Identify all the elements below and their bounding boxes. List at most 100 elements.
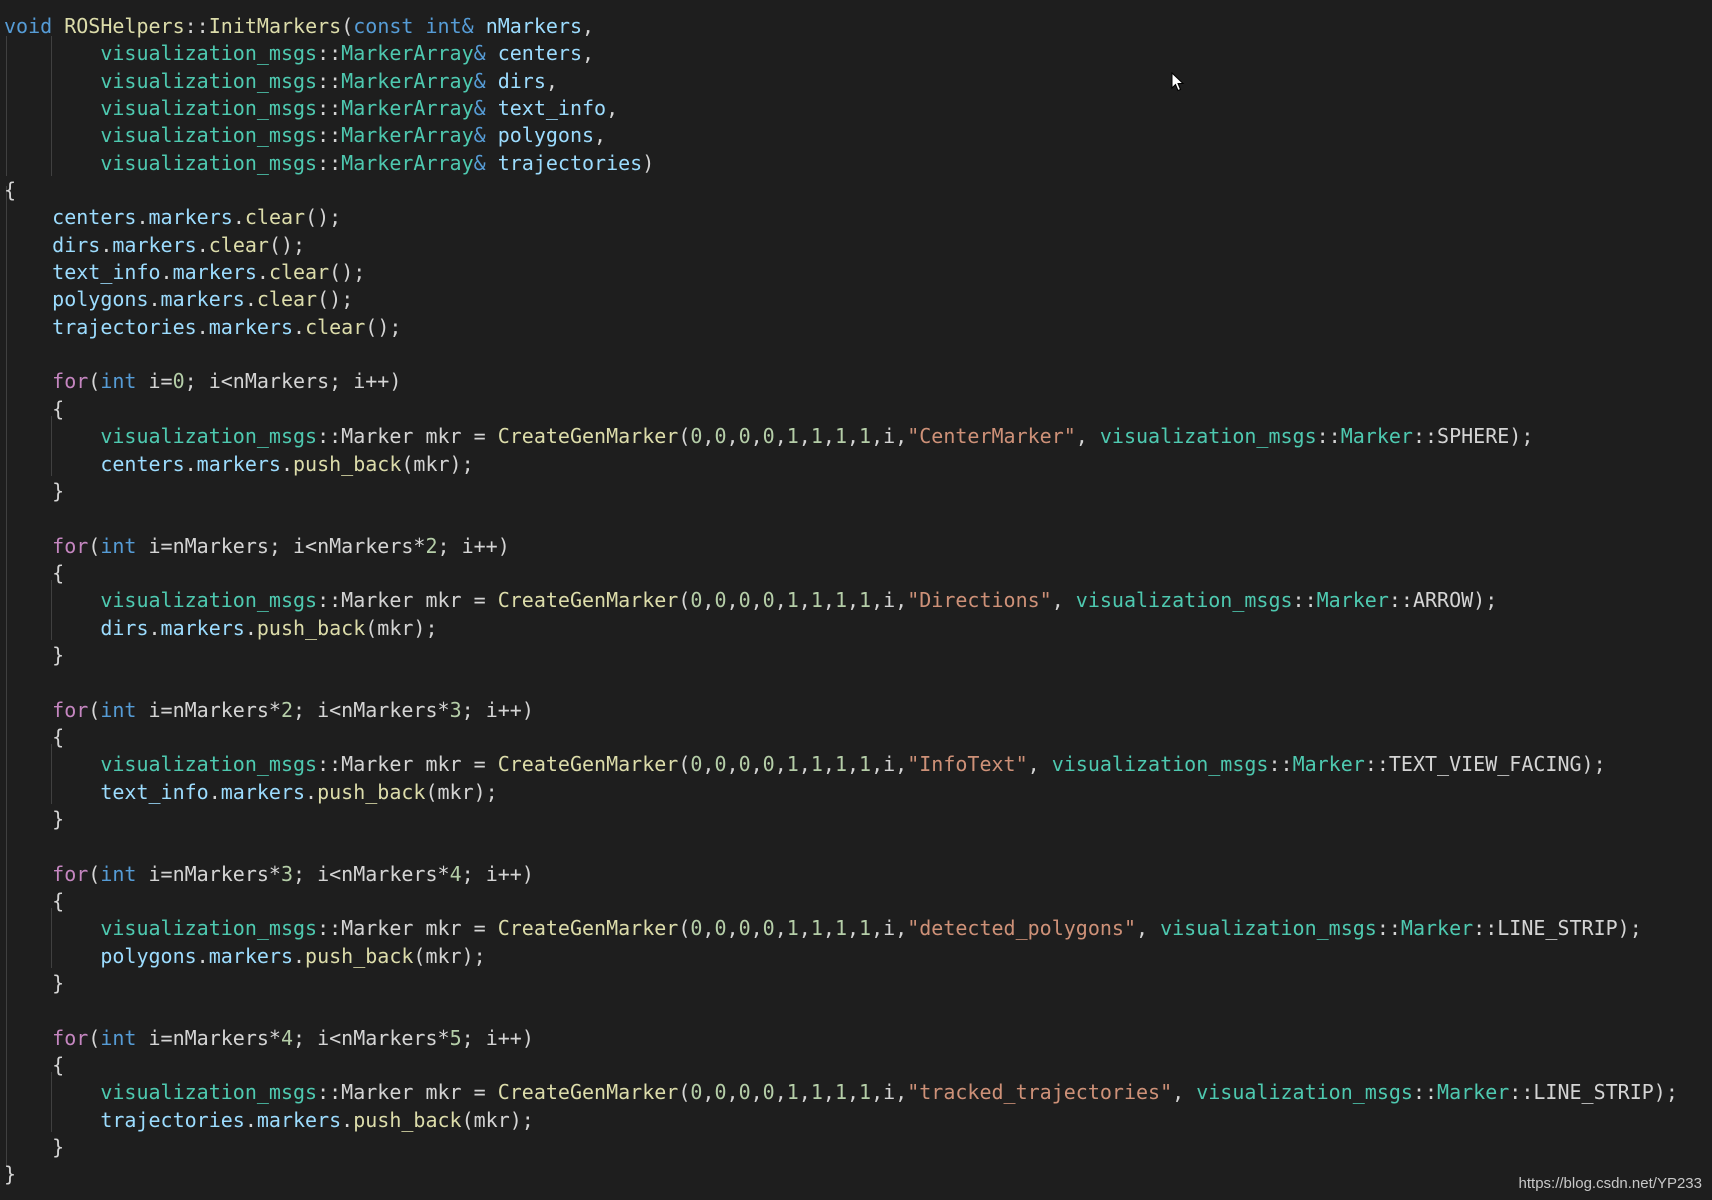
code-line[interactable]: for(int i=nMarkers; i<nMarkers*2; i++)	[4, 533, 1678, 560]
code-token: 0	[762, 916, 775, 941]
code-token: ,	[774, 424, 787, 449]
code-token: (mkr);	[365, 615, 438, 640]
code-token: ,	[798, 1080, 811, 1105]
code-line[interactable]	[4, 669, 1678, 696]
code-line[interactable]: visualization_msgs::Marker mkr = CreateG…	[4, 751, 1678, 778]
code-line[interactable]: {	[4, 1052, 1678, 1079]
source-code[interactable]: void ROSHelpers::InitMarkers(const int& …	[4, 13, 1678, 1189]
code-token: 1	[859, 916, 872, 941]
code-token: .	[244, 615, 257, 640]
code-line[interactable]: }	[4, 970, 1678, 997]
code-line[interactable]: {	[4, 888, 1678, 915]
code-line[interactable]: }	[4, 478, 1678, 505]
code-token: &	[473, 150, 486, 175]
code-line[interactable]: visualization_msgs::Marker mkr = CreateG…	[4, 915, 1678, 942]
code-line[interactable]: visualization_msgs::MarkerArray& traject…	[4, 150, 1678, 177]
code-line[interactable]: text_info.markers.push_back(mkr);	[4, 779, 1678, 806]
code-token: ; i++)	[461, 1025, 534, 1050]
code-token: (mkr);	[461, 1107, 534, 1132]
code-token: (	[678, 752, 691, 777]
code-line[interactable]: visualization_msgs::Marker mkr = CreateG…	[4, 423, 1678, 450]
code-line[interactable]	[4, 341, 1678, 368]
code-token: markers	[160, 615, 245, 640]
code-line[interactable]: }	[4, 1161, 1678, 1188]
code-token: visualization_msgs	[100, 752, 318, 777]
code-line[interactable]: visualization_msgs::Marker mkr = CreateG…	[4, 1079, 1678, 1106]
code-line[interactable]: for(int i=nMarkers*2; i<nMarkers*3; i++)	[4, 697, 1678, 724]
code-token: ::	[1412, 1080, 1438, 1105]
code-token: .	[100, 232, 113, 257]
code-token: Marker	[1316, 588, 1389, 613]
code-line[interactable]: {	[4, 560, 1678, 587]
code-token: ; i++)	[437, 533, 510, 558]
code-line[interactable]: void ROSHelpers::InitMarkers(const int& …	[4, 13, 1678, 40]
code-editor[interactable]: void ROSHelpers::InitMarkers(const int& …	[0, 0, 1712, 1200]
code-line[interactable]: for(int i=nMarkers*3; i<nMarkers*4; i++)	[4, 861, 1678, 888]
code-line[interactable]: for(int i=nMarkers*4; i<nMarkers*5; i++)	[4, 1025, 1678, 1052]
code-line[interactable]: visualization_msgs::MarkerArray& dirs,	[4, 68, 1678, 95]
code-line[interactable]: dirs.markers.push_back(mkr);	[4, 615, 1678, 642]
code-line[interactable]: visualization_msgs::Marker mkr = CreateG…	[4, 587, 1678, 614]
code-line[interactable]: {	[4, 396, 1678, 423]
code-token: (	[88, 1025, 101, 1050]
code-line[interactable]	[4, 997, 1678, 1024]
code-line[interactable]: trajectories.markers.push_back(mkr);	[4, 1107, 1678, 1134]
code-token: ; i<nMarkers*	[293, 861, 450, 886]
code-token: {	[4, 560, 65, 585]
code-line[interactable]: centers.markers.push_back(mkr);	[4, 451, 1678, 478]
code-token: push_back	[305, 943, 414, 968]
code-token: for	[52, 533, 89, 558]
code-line[interactable]	[4, 505, 1678, 532]
code-token: ,	[846, 1080, 860, 1105]
code-token: &	[473, 96, 486, 121]
code-token: (mkr);	[401, 451, 474, 476]
code-token: ,	[750, 916, 763, 941]
code-token: ::	[1376, 916, 1401, 941]
code-line[interactable]: visualization_msgs::MarkerArray& centers…	[4, 40, 1678, 67]
code-token: 3	[280, 861, 294, 886]
code-token: 0	[690, 588, 703, 613]
code-token: 0	[738, 752, 751, 777]
code-line[interactable]: trajectories.markers.clear();	[4, 314, 1678, 341]
code-line[interactable]: polygons.markers.push_back(mkr);	[4, 943, 1678, 970]
code-token: ,	[750, 752, 763, 777]
code-token: 0	[738, 916, 751, 941]
code-token: 0	[738, 1080, 751, 1105]
code-token: 1	[859, 424, 872, 449]
code-token: ,	[702, 588, 715, 613]
code-line[interactable]: }	[4, 642, 1678, 669]
code-line[interactable]: }	[4, 1134, 1678, 1161]
code-line[interactable]: {	[4, 724, 1678, 751]
code-line[interactable]: centers.markers.clear();	[4, 204, 1678, 231]
code-token: centers	[100, 451, 185, 476]
code-token: 2	[425, 533, 438, 558]
code-token: (	[88, 861, 101, 886]
code-token: ,	[846, 588, 860, 613]
code-token: 2	[280, 697, 294, 722]
code-token: Marker	[1292, 752, 1365, 777]
code-line[interactable]	[4, 833, 1678, 860]
code-line[interactable]: dirs.markers.clear();	[4, 232, 1678, 259]
code-token: (	[341, 14, 354, 38]
code-token: .	[305, 779, 318, 804]
code-token: nMarkers	[485, 14, 583, 38]
code-token: ,	[798, 752, 811, 777]
code-token: int	[100, 369, 137, 394]
code-line[interactable]: for(int i=0; i<nMarkers; i++)	[4, 368, 1678, 395]
code-line[interactable]: {	[4, 177, 1678, 204]
code-token: visualization_msgs	[1075, 588, 1293, 613]
code-line[interactable]: visualization_msgs::MarkerArray& polygon…	[4, 122, 1678, 149]
code-line[interactable]: }	[4, 806, 1678, 833]
code-line[interactable]: text_info.markers.clear();	[4, 259, 1678, 286]
code-line[interactable]: polygons.markers.clear();	[4, 286, 1678, 313]
code-token: markers	[196, 451, 281, 476]
code-token: (	[678, 916, 691, 941]
code-token: ; i++)	[461, 861, 534, 886]
code-token: markers	[208, 314, 294, 339]
code-line[interactable]: visualization_msgs::MarkerArray& text_in…	[4, 95, 1678, 122]
